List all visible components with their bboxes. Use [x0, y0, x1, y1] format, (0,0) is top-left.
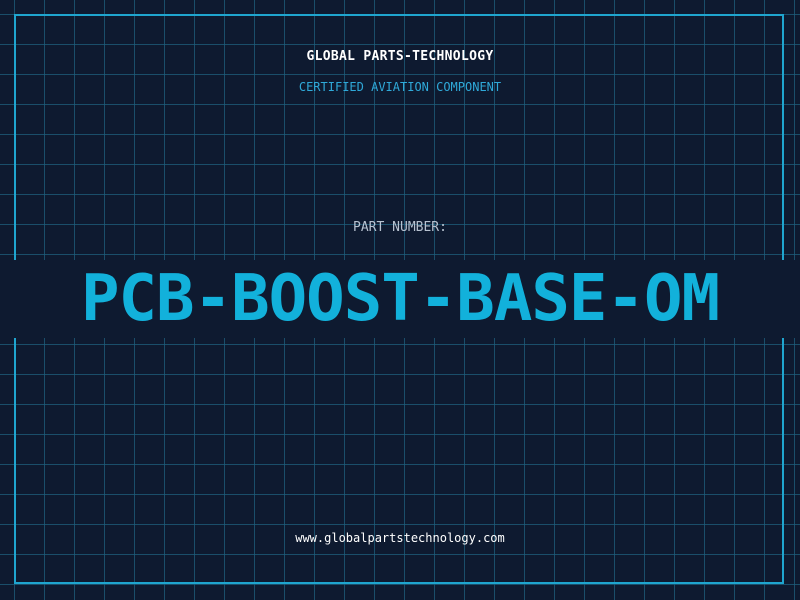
company-name: GLOBAL PARTS-TECHNOLOGY	[306, 49, 494, 64]
certification-subtitle: CERTIFIED AVIATION COMPONENT	[298, 80, 502, 94]
part-number-value: PCB-BOOST-BASE-OM	[80, 262, 720, 336]
part-number-label: PART NUMBER:	[353, 220, 447, 235]
part-label-page: GLOBAL PARTS-TECHNOLOGY CERTIFIED AVIATI…	[0, 0, 800, 600]
website-url: www.globalpartstechnology.com	[295, 531, 505, 545]
